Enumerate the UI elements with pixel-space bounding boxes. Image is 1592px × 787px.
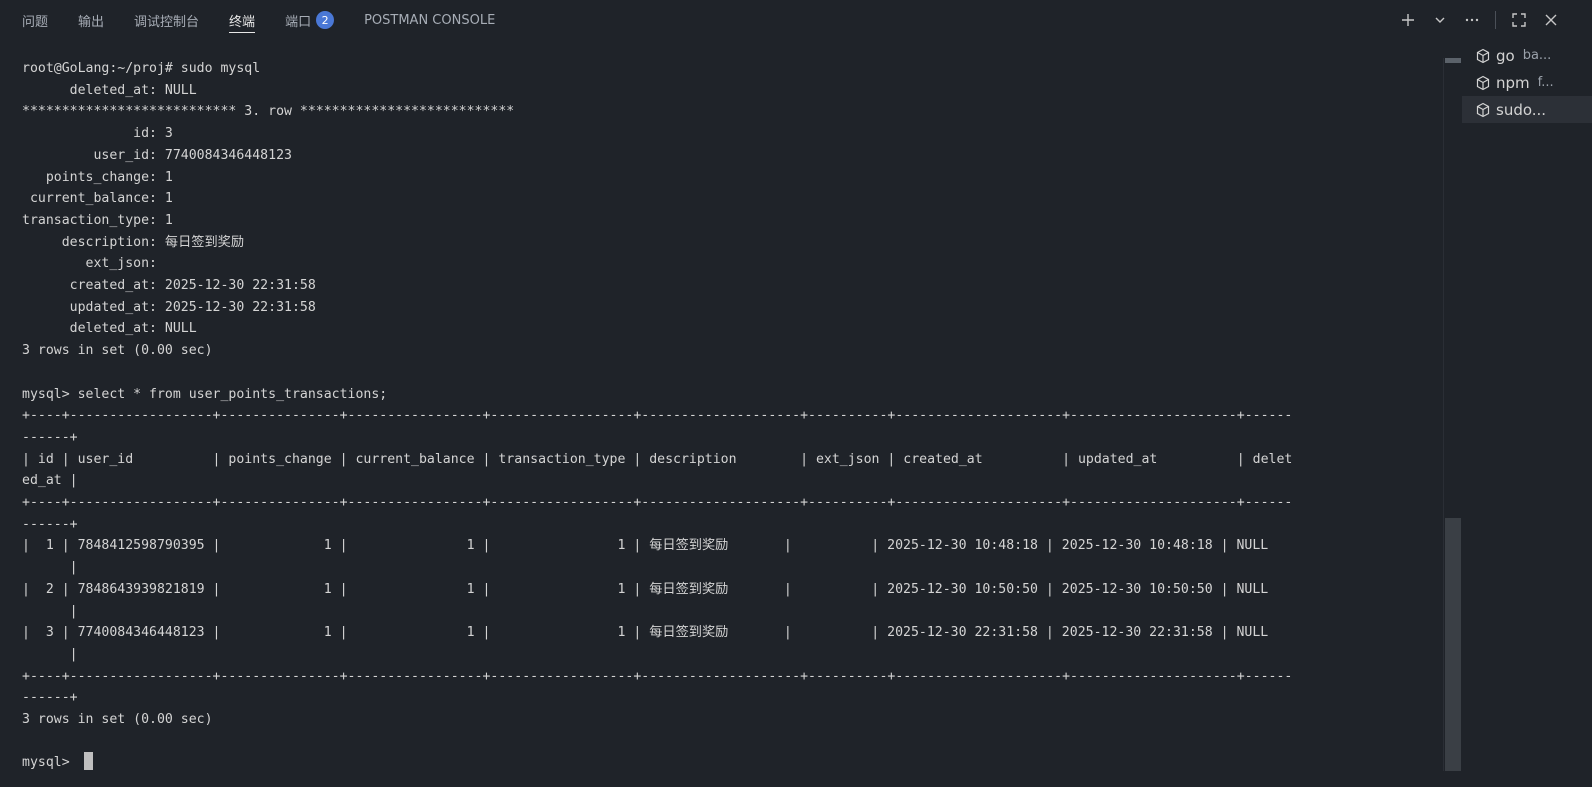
- chevron-down-icon[interactable]: [1431, 8, 1449, 32]
- tab-problems-label: 问题: [22, 14, 49, 30]
- terminal-line: deleted_at: NULL: [22, 321, 197, 337]
- terminal-line: 3 rows in set (0.00 sec): [22, 343, 213, 359]
- tab-problems[interactable]: 问题: [22, 0, 48, 40]
- terminal-line: ed_at |: [22, 473, 78, 489]
- vscode-panel: 问题 输出 调试控制台 终端 端口 2 POSTMAN CONSOLE root…: [0, 0, 1592, 787]
- terminal-line: mysql> select * from user_points_transac…: [22, 386, 388, 402]
- maximize-icon[interactable]: [1510, 8, 1528, 32]
- terminal-cursor: [84, 752, 93, 770]
- plus-icon[interactable]: [1399, 8, 1417, 32]
- terminal-line: | 2 | 7848643939821819 | 1 | 1 | 1 | 每日签…: [22, 581, 1269, 597]
- tab-terminal[interactable]: 终端: [229, 0, 256, 40]
- tab-ports[interactable]: 端口 2: [285, 0, 335, 40]
- terminal-line: | 1 | 7848412598790395 | 1 | 1 | 1 | 每日签…: [22, 538, 1269, 554]
- scrollbar-thumb[interactable]: [1445, 518, 1461, 771]
- terminal-line: updated_at: 2025-12-30 22:31:58: [22, 299, 316, 315]
- terminal-line: |: [22, 603, 78, 619]
- more-icon[interactable]: [1463, 8, 1481, 32]
- panel-actions: [1399, 0, 1560, 40]
- terminal-line: *************************** 3. row *****…: [22, 104, 515, 120]
- terminal-line: | id | user_id | points_change | current…: [22, 451, 1293, 467]
- terminal-line: description: 每日签到奖励: [22, 234, 245, 250]
- terminal-cube-icon: [1474, 47, 1492, 65]
- terminal-line: id: 3: [22, 126, 173, 142]
- terminal-line: +----+------------------+---------------…: [22, 495, 1293, 510]
- terminal-scrollbar[interactable]: [1443, 58, 1463, 771]
- terminal-line: |: [22, 646, 78, 662]
- terminal-line: user_id: 7740084346448123: [22, 147, 292, 163]
- tab-postman-console-label: POSTMAN CONSOLE: [364, 12, 496, 28]
- terminal-line: current_balance: 1: [22, 191, 173, 207]
- panel-tabs: 问题 输出 调试控制台 终端 端口 2 POSTMAN CONSOLE: [22, 0, 495, 40]
- terminal-line: ------+: [22, 516, 78, 532]
- panel-tab-bar: 问题 输出 调试控制台 终端 端口 2 POSTMAN CONSOLE: [0, 0, 1592, 40]
- close-icon[interactable]: [1542, 8, 1560, 32]
- tab-output-label: 输出: [78, 14, 105, 30]
- terminal-list-item-name: go: [1496, 46, 1515, 65]
- terminal-output[interactable]: root@GoLang:~/proj# sudo mysql deleted_a…: [22, 58, 1442, 778]
- terminal-line: deleted_at: NULL: [22, 82, 197, 98]
- terminal-line: | 3 | 7740084346448123 | 1 | 1 | 1 | 每日签…: [22, 625, 1269, 641]
- terminal-line: ------+: [22, 429, 78, 445]
- terminal-line: ------+: [22, 690, 78, 706]
- terminal-line: +----+------------------+---------------…: [22, 668, 1293, 684]
- terminal-line: 3 rows in set (0.00 sec): [22, 712, 213, 727]
- terminal-line: points_change: 1: [22, 169, 173, 185]
- terminal-line: ext_json:: [22, 256, 165, 272]
- tab-postman-console[interactable]: POSTMAN CONSOLE: [364, 0, 495, 40]
- scrollbar-overview-mark: [1445, 58, 1461, 63]
- tab-terminal-label: 终端: [229, 14, 256, 30]
- terminal-line: mysql>: [22, 755, 78, 771]
- terminal-line: created_at: 2025-12-30 22:31:58: [22, 278, 316, 293]
- terminal-cube-icon: [1474, 74, 1492, 92]
- terminal-list-item-name: npm: [1496, 73, 1530, 92]
- terminal-list-item-detail: ba...: [1522, 48, 1552, 63]
- terminal-list: go ba... npm f... sudo...: [1462, 40, 1592, 787]
- actions-divider: [1495, 11, 1496, 29]
- tab-output[interactable]: 输出: [78, 0, 104, 40]
- terminal-cube-icon: [1474, 101, 1492, 119]
- ports-count-badge: 2: [316, 11, 335, 29]
- tab-debug-console-label: 调试控制台: [134, 14, 200, 30]
- terminal-list-item-npm[interactable]: npm f...: [1462, 69, 1592, 96]
- terminal-list-item-detail: f...: [1537, 75, 1554, 90]
- terminal-list-item-go[interactable]: go ba...: [1462, 42, 1592, 69]
- terminal-line: root@GoLang:~/proj# sudo mysql: [22, 61, 261, 76]
- terminal-line: |: [22, 560, 78, 576]
- terminal-line: transaction_type: 1: [22, 212, 173, 228]
- terminal-line: +----+------------------+---------------…: [22, 408, 1293, 424]
- terminal-list-item-sudo[interactable]: sudo...: [1462, 96, 1592, 123]
- tab-ports-label: 端口: [285, 14, 312, 30]
- terminal-list-item-name: sudo...: [1496, 100, 1547, 119]
- tab-debug-console[interactable]: 调试控制台: [134, 0, 199, 40]
